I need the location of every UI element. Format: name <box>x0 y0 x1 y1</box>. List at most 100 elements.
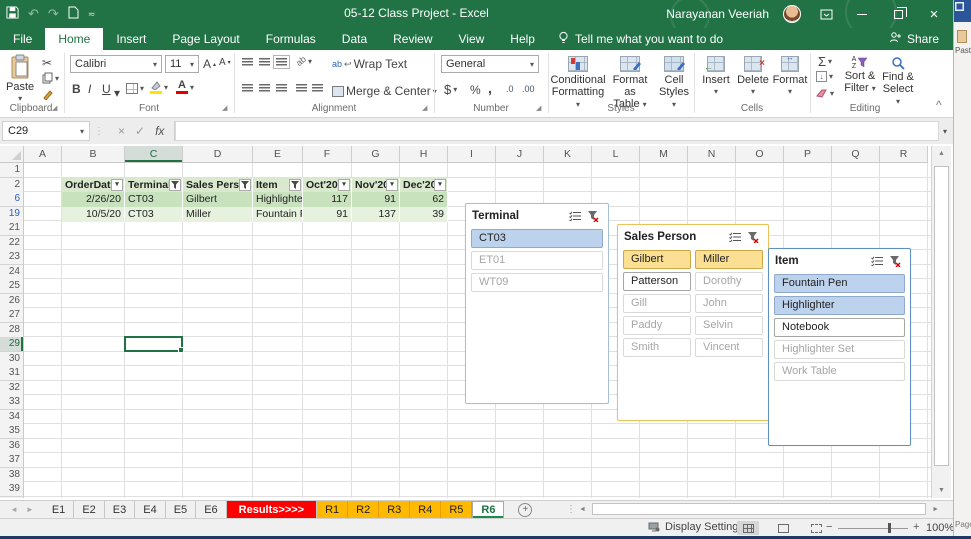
horizontal-scrollbar[interactable]: ◄ ► <box>576 501 942 517</box>
clear-filter-icon[interactable] <box>584 210 602 222</box>
vertical-align-buttons[interactable] <box>242 55 290 69</box>
font-size-select[interactable]: 11 ▾ <box>165 55 199 73</box>
indent-buttons[interactable] <box>296 84 323 92</box>
accounting-format-button[interactable]: $ ▾ <box>444 82 457 97</box>
row-header-19[interactable]: 19 <box>0 206 24 222</box>
row-header-28[interactable]: 28 <box>0 322 24 338</box>
share-button[interactable]: Share <box>889 31 939 46</box>
column-header-C[interactable]: C <box>125 146 183 163</box>
sheet-tab-e3[interactable]: E3 <box>105 501 136 518</box>
row-header-33[interactable]: 33 <box>0 395 24 410</box>
slicer-item-et01[interactable]: ET01 <box>471 251 603 270</box>
row-header-1[interactable]: 1 <box>0 163 24 178</box>
column-header-I[interactable]: I <box>448 146 496 163</box>
zoom-slider[interactable] <box>838 528 908 529</box>
slicer-item-fountain-pen[interactable]: Fountain Pen <box>774 274 905 293</box>
table-header-oct-20[interactable]: Oct'20 ▾ <box>303 177 352 193</box>
row-header-37[interactable]: 37 <box>0 453 24 468</box>
insert-function-icon[interactable]: fx <box>155 124 164 138</box>
zoom-level[interactable]: 100% <box>926 522 954 534</box>
ribbon-tab-data[interactable]: Data <box>329 28 380 50</box>
sheet-tab-e4[interactable]: E4 <box>135 501 166 518</box>
column-header-R[interactable]: R <box>880 146 928 163</box>
column-header-G[interactable]: G <box>352 146 400 163</box>
display-settings-button[interactable]: Display Settings <box>648 521 744 533</box>
clear-filter-icon[interactable] <box>744 231 762 243</box>
zoom-slider-thumb[interactable] <box>888 523 891 533</box>
background-window-sliver[interactable]: Past Page <box>953 0 971 539</box>
tab-scroll-splitter[interactable]: ⋮ <box>566 504 576 515</box>
filter-dropdown-icon[interactable]: ▾ <box>338 179 350 191</box>
ribbon-tab-help[interactable]: Help <box>497 28 548 50</box>
sheet-tab-r5[interactable]: R5 <box>441 501 473 518</box>
wrap-text-button[interactable]: ab ↩ Wrap Text <box>332 57 407 71</box>
horizontal-scroll-thumb[interactable] <box>591 503 927 515</box>
slicer-sales-person[interactable]: Sales Person Gilbert Miller Patterson Doroth… <box>617 224 769 421</box>
clear-button[interactable]: ▾ <box>816 88 834 98</box>
slicer-item-gill[interactable]: Gill <box>623 294 691 313</box>
scroll-up-icon[interactable]: ▲ <box>932 150 951 157</box>
italic-button[interactable]: I <box>88 82 91 96</box>
bold-button[interactable]: B <box>72 82 81 96</box>
comma-style-button[interactable]: , <box>488 80 492 96</box>
font-name-select[interactable]: Calibri ▾ <box>70 55 162 73</box>
slicer-terminal[interactable]: Terminal CT03 ET01 WT09 <box>465 203 609 404</box>
table-header-dec-20[interactable]: Dec'20 ▾ <box>400 177 448 193</box>
sheet-tab-e6[interactable]: E6 <box>196 501 227 518</box>
row-header-23[interactable]: 23 <box>0 250 24 265</box>
multi-select-icon[interactable] <box>566 211 584 221</box>
row-header-30[interactable]: 30 <box>0 351 24 367</box>
cut-button[interactable]: ✂ <box>42 56 52 70</box>
ribbon-tab-insert[interactable]: Insert <box>103 28 159 50</box>
namebox-splitter[interactable]: ⋮ <box>90 126 108 137</box>
ribbon-tab-formulas[interactable]: Formulas <box>253 28 329 50</box>
slicer-item-ct03[interactable]: CT03 <box>471 229 603 248</box>
row-header-34[interactable]: 34 <box>0 409 24 425</box>
font-dialog-launcher[interactable]: ◢ <box>222 104 227 112</box>
filter-dropdown-icon[interactable]: ▾ <box>111 179 123 191</box>
increase-decimal-button[interactable]: .0 <box>506 84 514 94</box>
active-cell-C29[interactable] <box>124 336 184 352</box>
row-header-29[interactable]: 29 <box>0 337 24 352</box>
multi-select-icon[interactable] <box>726 232 744 242</box>
page-break-view-button[interactable] <box>805 521 827 535</box>
ribbon-tab-review[interactable]: Review <box>380 28 445 50</box>
sheet-tab-results[interactable]: Results>>>> <box>226 501 318 518</box>
row-header-38[interactable]: 38 <box>0 467 24 483</box>
row-header-22[interactable]: 22 <box>0 235 24 251</box>
alignment-dialog-launcher[interactable]: ◢ <box>422 104 427 112</box>
sheet-tab-e5[interactable]: E5 <box>166 501 197 518</box>
row-header-2[interactable]: 2 <box>0 177 24 193</box>
clipboard-dialog-launcher[interactable]: ◢ <box>52 104 57 112</box>
slicer-item[interactable]: Item Fountain Pen Highlighter Notebook Highl… <box>768 248 911 446</box>
restore-button[interactable] <box>887 4 909 24</box>
underline-dropdown-icon[interactable]: ▾ <box>114 86 120 100</box>
column-header-M[interactable]: M <box>640 146 688 163</box>
sheet-tab-e1[interactable]: E1 <box>44 501 75 518</box>
row-header-32[interactable]: 32 <box>0 380 24 396</box>
slicer-item-paddy[interactable]: Paddy <box>623 316 691 335</box>
slicer-item-highlighter-set[interactable]: Highlighter Set <box>774 340 905 359</box>
expand-formula-bar-icon[interactable]: ▾ <box>943 127 953 136</box>
column-header-B[interactable]: B <box>62 146 125 163</box>
row-header-36[interactable]: 36 <box>0 438 24 454</box>
orientation-button[interactable]: ab ▾ <box>294 54 312 68</box>
underline-button[interactable]: U <box>102 82 111 96</box>
insert-cells-button[interactable]: ← Insert ▾ <box>700 56 732 98</box>
column-header-P[interactable]: P <box>784 146 832 163</box>
decrease-font-size-button[interactable]: A ▾ <box>219 57 231 68</box>
column-header-L[interactable]: L <box>592 146 640 163</box>
slicer-item-vincent[interactable]: Vincent <box>695 338 763 357</box>
ribbon-tab-page-layout[interactable]: Page Layout <box>159 28 252 50</box>
merge-center-button[interactable]: Merge & Center▾ <box>332 84 437 98</box>
filter-dropdown-icon[interactable]: ▾ <box>386 179 398 191</box>
filter-funnel-icon[interactable] <box>239 179 251 191</box>
column-header-K[interactable]: K <box>544 146 592 163</box>
column-header-F[interactable]: F <box>303 146 352 163</box>
filter-funnel-icon[interactable] <box>169 179 181 191</box>
row-header-40[interactable]: 40 <box>0 496 24 498</box>
sheet-tab-r1[interactable]: R1 <box>317 501 349 518</box>
new-sheet-button[interactable]: + <box>518 502 533 517</box>
scroll-down-icon[interactable]: ▼ <box>932 487 951 494</box>
slicer-item-patterson[interactable]: Patterson <box>623 272 691 291</box>
